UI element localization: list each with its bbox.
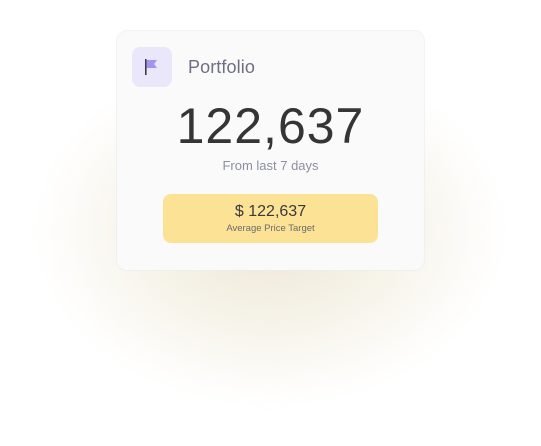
canvas: Portfolio 122,637 From last 7 days $ 122… <box>0 0 541 446</box>
card-title: Portfolio <box>188 56 255 77</box>
target-label: Average Price Target <box>226 223 315 234</box>
flag-icon <box>145 59 157 75</box>
card-header: Portfolio <box>132 47 255 87</box>
target-value: $ 122,637 <box>234 203 307 220</box>
portfolio-card: Portfolio 122,637 From last 7 days $ 122… <box>117 31 424 270</box>
portfolio-value: 122,637 <box>176 98 365 154</box>
flag-icon-container <box>132 47 172 87</box>
average-price-target-button[interactable]: $ 122,637 Average Price Target <box>163 194 378 243</box>
period-subtitle: From last 7 days <box>222 158 319 173</box>
